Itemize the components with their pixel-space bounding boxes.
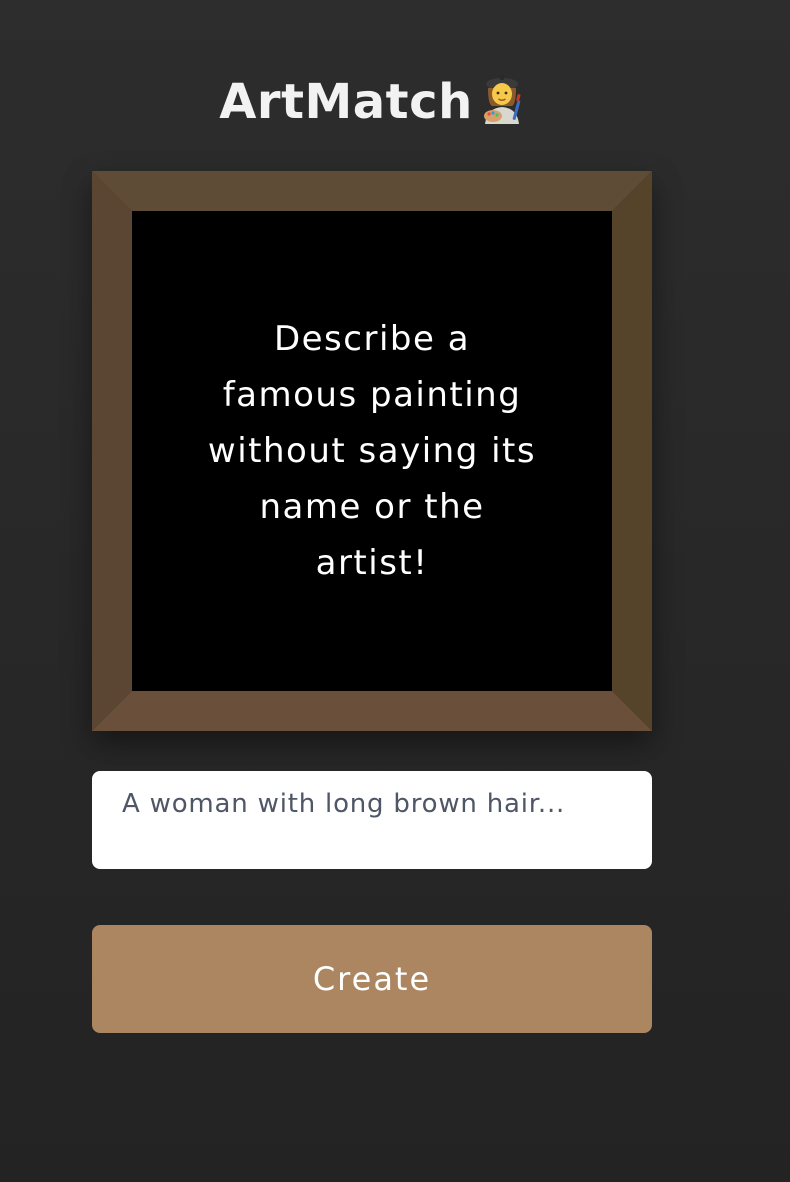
description-input[interactable] — [92, 771, 652, 869]
app-title: ArtMatch — [0, 72, 744, 132]
artist-icon — [483, 75, 521, 124]
prompt-text: Describe a famous painting without sayin… — [207, 319, 537, 583]
create-button[interactable]: Create — [92, 925, 652, 1033]
painting-canvas: Describe a famous painting without sayin… — [132, 211, 612, 691]
app-title-text: ArtMatch — [219, 74, 473, 130]
painting-frame: Describe a famous painting without sayin… — [92, 171, 652, 731]
